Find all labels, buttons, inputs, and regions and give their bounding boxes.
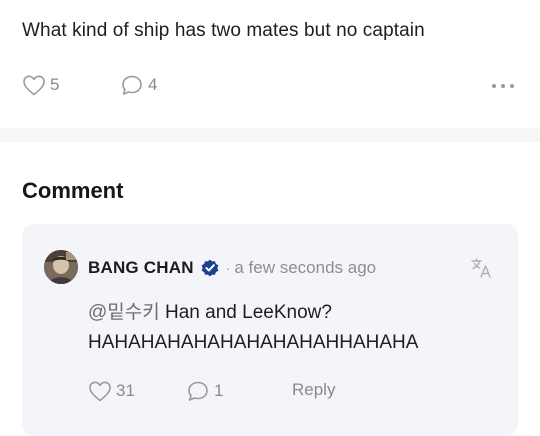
heart-icon bbox=[23, 75, 45, 96]
comment-body: @밑수키 Han and LeeKnow? HAHAHAHAHAHAHAHAHA… bbox=[88, 298, 418, 358]
heart-icon bbox=[89, 381, 111, 402]
mention[interactable]: @밑수키 bbox=[88, 302, 160, 323]
comment-reply-count-button[interactable]: 1 bbox=[186, 380, 223, 402]
section-divider bbox=[0, 128, 540, 142]
verified-badge-icon bbox=[201, 259, 218, 277]
comment-reply-count: 1 bbox=[214, 381, 224, 400]
comment-heading: Comment bbox=[22, 178, 124, 203]
post-like-count: 5 bbox=[50, 75, 60, 94]
reply-button[interactable]: Reply bbox=[292, 380, 335, 400]
comment-like-button[interactable]: 31 bbox=[88, 380, 135, 402]
comment-text-1: Han and LeeKnow? bbox=[159, 302, 332, 323]
meta-separator: · bbox=[225, 260, 231, 276]
comment-card: BANG CHAN · a few seconds ago @밑수키 Han a… bbox=[22, 224, 518, 436]
avatar[interactable] bbox=[44, 250, 78, 284]
comment-line-1: @밑수키 Han and LeeKnow? bbox=[88, 298, 418, 328]
more-dots-icon[interactable] bbox=[492, 76, 514, 96]
post-like-button[interactable]: 5 bbox=[22, 74, 59, 96]
comment-bubble-icon bbox=[122, 75, 142, 95]
comment-line-2: HAHAHAHAHAHAHAHAHAHHAHAHA bbox=[88, 332, 419, 353]
comment-bubble-icon bbox=[188, 381, 208, 401]
author-name[interactable]: BANG CHAN bbox=[88, 258, 194, 278]
comment-section: Comment BANG CHAN · a few seconds ago @밑… bbox=[0, 142, 540, 436]
post-comment-button[interactable]: 4 bbox=[120, 74, 157, 96]
translate-icon[interactable] bbox=[470, 256, 494, 280]
comment-like-count: 31 bbox=[116, 381, 135, 400]
comment-timestamp: a few seconds ago bbox=[234, 258, 377, 277]
post-text: What kind of ship has two mates but no c… bbox=[22, 20, 425, 41]
author-row: BANG CHAN · a few seconds ago bbox=[88, 257, 376, 279]
comment-actions: 31 1 Reply bbox=[88, 380, 488, 404]
post-comment-count: 4 bbox=[148, 75, 158, 94]
post: What kind of ship has two mates but no c… bbox=[0, 0, 540, 128]
post-actions: 5 4 bbox=[22, 74, 518, 98]
